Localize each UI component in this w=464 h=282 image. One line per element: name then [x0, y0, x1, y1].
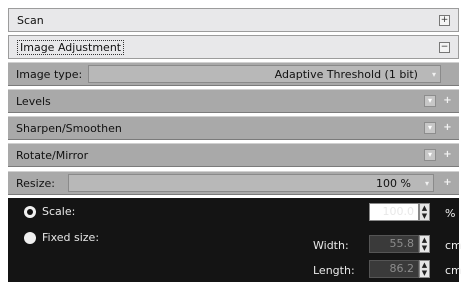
- scale-radio[interactable]: [24, 206, 36, 218]
- resize-label: Resize:: [16, 176, 55, 190]
- sharpen-smoothen-label: Sharpen/Smoothen: [16, 121, 122, 135]
- arrow-down-icon[interactable]: ▼: [420, 244, 429, 252]
- expand-icon[interactable]: +: [439, 14, 450, 26]
- image-type-row: Image type: Adaptive Threshold (1 bit) ▾: [8, 62, 459, 86]
- chevron-down-icon: ▾: [431, 69, 436, 79]
- spin-arrows[interactable]: ▲ ▼: [419, 260, 430, 278]
- rotate-mirror-row[interactable]: Rotate/Mirror ▾ +: [8, 143, 459, 167]
- spin-arrows[interactable]: ▲ ▼: [419, 203, 430, 221]
- width-unit: cm: [445, 239, 462, 252]
- expand-icon[interactable]: +: [442, 95, 453, 107]
- section-image-adjustment-label: Image Adjustment: [17, 39, 125, 55]
- scale-stepper[interactable]: 100.0 ▲ ▼: [369, 203, 430, 221]
- dropdown-icon[interactable]: ▾: [424, 95, 436, 107]
- chevron-down-icon: ▾: [424, 178, 429, 188]
- width-input[interactable]: 55.8: [369, 235, 419, 253]
- arrow-up-icon[interactable]: ▲: [420, 236, 429, 244]
- section-scan-header[interactable]: Scan +: [8, 8, 459, 32]
- resize-options-panel: Scale: 100.0 ▲ ▼ % Fixed size: Width: 55…: [8, 198, 462, 282]
- width-label: Width:: [313, 239, 349, 252]
- length-input[interactable]: 86.2: [369, 260, 419, 278]
- arrow-down-icon[interactable]: ▼: [420, 212, 429, 220]
- scale-input[interactable]: 100.0: [369, 203, 419, 221]
- width-stepper[interactable]: 55.8 ▲ ▼: [369, 235, 430, 253]
- collapse-icon[interactable]: −: [439, 41, 450, 53]
- length-unit: cm: [445, 264, 462, 277]
- fixed-size-radio[interactable]: [24, 232, 36, 244]
- fixed-size-label: Fixed size:: [42, 231, 100, 244]
- expand-icon[interactable]: +: [442, 177, 453, 189]
- arrow-down-icon[interactable]: ▼: [420, 269, 429, 277]
- image-type-label: Image type:: [16, 67, 83, 81]
- image-type-value: Adaptive Threshold (1 bit): [274, 67, 418, 81]
- resize-value: 100 %: [376, 176, 411, 190]
- length-label: Length:: [313, 264, 355, 277]
- arrow-up-icon[interactable]: ▲: [420, 204, 429, 212]
- expand-icon[interactable]: +: [442, 149, 453, 161]
- dropdown-icon[interactable]: ▾: [424, 149, 436, 161]
- scale-unit: %: [445, 207, 456, 220]
- arrow-up-icon[interactable]: ▲: [420, 261, 429, 269]
- sharpen-smoothen-row[interactable]: Sharpen/Smoothen ▾ +: [8, 116, 459, 140]
- resize-select[interactable]: 100 % ▾: [68, 174, 434, 192]
- levels-label: Levels: [16, 94, 51, 108]
- levels-row[interactable]: Levels ▾ +: [8, 89, 459, 113]
- section-image-adjustment-header[interactable]: Image Adjustment −: [8, 35, 459, 59]
- scale-label: Scale:: [42, 205, 76, 218]
- dropdown-icon[interactable]: ▾: [424, 122, 436, 134]
- rotate-mirror-label: Rotate/Mirror: [16, 148, 89, 162]
- length-stepper[interactable]: 86.2 ▲ ▼: [369, 260, 430, 278]
- section-scan-label: Scan: [17, 13, 44, 27]
- expand-icon[interactable]: +: [442, 122, 453, 134]
- image-type-select[interactable]: Adaptive Threshold (1 bit) ▾: [88, 65, 441, 83]
- spin-arrows[interactable]: ▲ ▼: [419, 235, 430, 253]
- resize-row: Resize: 100 % ▾ +: [8, 171, 459, 195]
